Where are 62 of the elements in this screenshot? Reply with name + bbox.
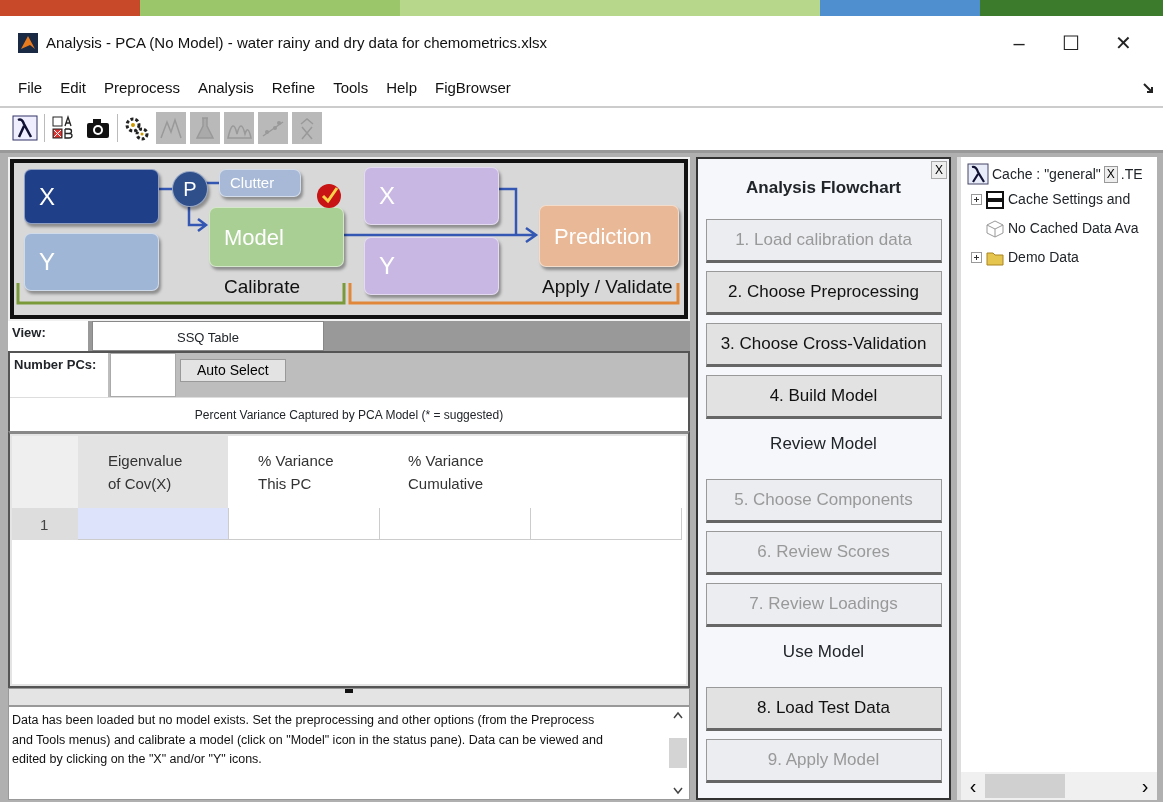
group-label: Calibrate — [224, 275, 301, 299]
scroll-thumb[interactable] — [985, 774, 1065, 798]
menu-item[interactable]: Help — [378, 74, 425, 102]
grip-icon[interactable] — [345, 689, 353, 693]
header-text: .TE — [1120, 164, 1143, 184]
expand-icon[interactable] — [971, 252, 982, 263]
tree-label: Demo Data — [1008, 248, 1079, 267]
menu-item[interactable]: Analysis — [189, 74, 262, 102]
close-button[interactable]: X — [1103, 165, 1118, 183]
cache-title: Cache : "general" — [992, 164, 1101, 184]
view-dropdown[interactable]: SSQ Table — [92, 321, 324, 351]
menu-item[interactable]: Tools — [325, 74, 377, 102]
table-cell[interactable] — [380, 508, 531, 540]
app-icon — [18, 33, 38, 53]
header-corner — [12, 436, 78, 508]
group-label: Apply / Validate — [542, 275, 673, 299]
expand-icon[interactable] — [971, 194, 982, 205]
minimize-button[interactable]: – — [993, 27, 1045, 59]
table-cell[interactable] — [229, 508, 380, 540]
close-button[interactable]: ✕ — [1097, 27, 1149, 59]
tree-item[interactable]: Demo Data — [961, 243, 1157, 272]
scroll-left-button[interactable]: ‹ — [961, 771, 985, 801]
section-heading: Use Model — [782, 640, 865, 663]
view-label: View: — [8, 321, 88, 351]
menu-item[interactable]: Refine — [263, 74, 324, 102]
pcs-label: Number PCs: — [10, 353, 108, 397]
flowchart-button[interactable]: 4. Build Model — [705, 374, 942, 419]
column-header[interactable]: Eigenvalue of Cov(X) — [78, 436, 228, 508]
scroll-thumb[interactable] — [669, 738, 687, 768]
status-message: Data has been loaded but no model exists. Set the preprocessing and other options (from the Preprocess and Tools menus) and calibrate a model (click on "Model" icon in the status pane). Data can be viewed and edited by clicking on the "X" and/or "Y" icons. — [11, 712, 604, 768]
menu-item[interactable]: Preprocess — [96, 74, 188, 102]
data-node[interactable]: X — [24, 169, 159, 224]
row-header: 1 — [12, 508, 78, 540]
flowchart-button[interactable]: 2. Choose Preprocessing — [705, 270, 942, 315]
tree-label: Cache Settings and — [1008, 190, 1131, 209]
menu-item[interactable]: Edit — [52, 74, 95, 102]
table-cell[interactable] — [531, 508, 682, 540]
arrow-icon[interactable] — [1143, 83, 1153, 93]
settings-icon — [986, 190, 1004, 209]
menu-item[interactable]: FigBrowser — [427, 74, 519, 102]
cube-icon — [986, 219, 1004, 238]
lambda-icon — [967, 163, 989, 185]
auto-select-button[interactable]: Auto Select — [180, 359, 286, 382]
close-button[interactable]: X — [931, 161, 947, 179]
panel-title: Analysis Flowchart — [746, 177, 901, 199]
table-caption: Percent Variance Captured by PCA Model (* = suggested) — [10, 397, 688, 431]
menu-item[interactable]: File — [10, 74, 51, 102]
flowchart-button[interactable]: 3. Choose Cross-Validation — [705, 322, 942, 367]
splitter[interactable] — [8, 688, 690, 706]
flowchart-button[interactable]: 8. Load Test Data — [705, 686, 942, 731]
tree-item[interactable]: Cache Settings and — [961, 185, 1157, 214]
scroll-right-button[interactable]: › — [1133, 771, 1157, 801]
connector-arrow — [187, 205, 209, 233]
section-heading: Review Model — [770, 432, 877, 455]
table-cell[interactable] — [78, 508, 229, 540]
window-title: Analysis - PCA (No Model) - water rainy and dry data for chemometrics.xlsx — [46, 32, 547, 53]
preprocess-node[interactable]: P — [172, 171, 208, 207]
maximize-button[interactable]: ☐ — [1045, 27, 1097, 59]
tree-label: No Cached Data Ava — [1008, 219, 1139, 238]
scrollbar[interactable]: ‹ › — [961, 772, 1157, 800]
pcs-input[interactable] — [110, 353, 176, 397]
tree-item[interactable]: No Cached Data Ava — [961, 214, 1157, 243]
